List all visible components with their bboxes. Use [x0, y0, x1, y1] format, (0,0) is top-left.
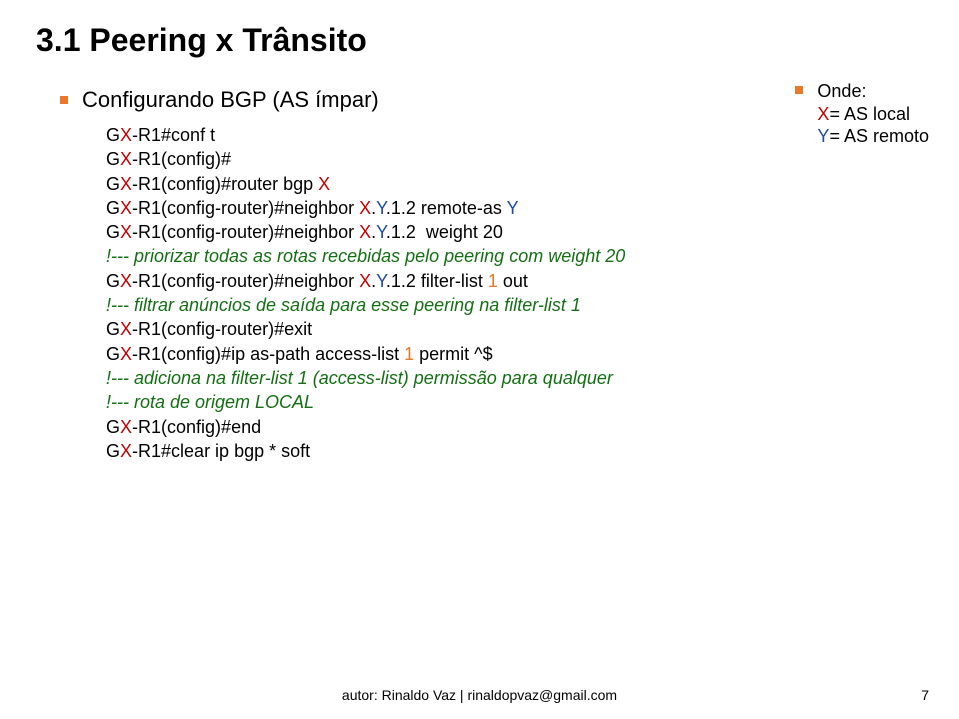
t: G [106, 149, 120, 169]
footer: autor: Rinaldo Vaz | rinaldopvaz@gmail.c… [0, 687, 959, 703]
t: G [106, 319, 120, 339]
t: X [120, 441, 132, 461]
subtitle-text: Configurando BGP (AS ímpar) [82, 87, 379, 113]
t: .1.2 remote-as [386, 198, 507, 218]
t: G [106, 174, 120, 194]
content: Configurando BGP (AS ímpar) GX-R1#conf t… [36, 87, 923, 463]
code-line: GX-R1#conf t [106, 123, 923, 147]
t: -R1(config-router)#neighbor [132, 271, 359, 291]
t: Y [376, 222, 386, 242]
code-line: GX-R1(config)#end [106, 415, 923, 439]
t: -R1(config)#end [132, 417, 261, 437]
t: -R1(config-router)#neighbor [132, 222, 359, 242]
t: X [359, 271, 371, 291]
t: X [120, 125, 132, 145]
code-line: GX-R1(config-router)#neighbor X.Y.1.2 we… [106, 220, 923, 244]
t: X [120, 271, 132, 291]
t: out [498, 271, 528, 291]
subtitle-row: Configurando BGP (AS ímpar) [60, 87, 923, 113]
t: X [120, 222, 132, 242]
code-line: GX-R1(config)#ip as-path access-list 1 p… [106, 342, 923, 366]
t: -R1(config)#router bgp [132, 174, 318, 194]
t: G [106, 198, 120, 218]
t: X [120, 417, 132, 437]
t: G [106, 125, 120, 145]
t: .1.2 weight 20 [386, 222, 503, 242]
code-line: GX-R1(config)#router bgp X [106, 172, 923, 196]
t: 1 [488, 271, 498, 291]
t: G [106, 222, 120, 242]
t: G [106, 417, 120, 437]
t: -R1#conf t [132, 125, 215, 145]
t: X [120, 149, 132, 169]
t: G [106, 271, 120, 291]
slide-title: 3.1 Peering x Trânsito [36, 22, 923, 59]
bullet-icon [60, 96, 68, 104]
t: -R1(config-router)#neighbor [132, 198, 359, 218]
t: Y [376, 198, 386, 218]
page-number: 7 [921, 687, 929, 703]
code-comment: !--- priorizar todas as rotas recebidas … [106, 244, 923, 268]
t: -R1#clear ip bgp * soft [132, 441, 310, 461]
t: -R1(config-router)#exit [132, 319, 312, 339]
code-line: GX-R1(config-router)#neighbor X.Y.1.2 re… [106, 196, 923, 220]
code-line: GX-R1(config-router)#neighbor X.Y.1.2 fi… [106, 269, 923, 293]
t: X [120, 344, 132, 364]
t: X [359, 198, 371, 218]
code-line: GX-R1(config)# [106, 147, 923, 171]
slide: 3.1 Peering x Trânsito Onde: X= AS local… [0, 0, 959, 719]
t: G [106, 344, 120, 364]
t: permit [414, 344, 474, 364]
t: 1 [404, 344, 414, 364]
t: -R1(config)# [132, 149, 231, 169]
t: ^$ [474, 344, 492, 364]
code-comment: !--- rota de origem LOCAL [106, 390, 923, 414]
t: Y [507, 198, 519, 218]
t: .1.2 filter-list [386, 271, 488, 291]
t: X [120, 319, 132, 339]
t: X [120, 174, 132, 194]
code-line: GX-R1(config-router)#exit [106, 317, 923, 341]
t: X [359, 222, 371, 242]
code-comment: !--- filtrar anúncios de saída para esse… [106, 293, 923, 317]
t: G [106, 441, 120, 461]
code-block: GX-R1#conf t GX-R1(config)# GX-R1(config… [106, 123, 923, 463]
t: X [120, 198, 132, 218]
code-comment: !--- adiciona na filter-list 1 (access-l… [106, 366, 923, 390]
code-line: GX-R1#clear ip bgp * soft [106, 439, 923, 463]
t: -R1(config)#ip as-path access-list [132, 344, 404, 364]
t: X [318, 174, 330, 194]
t: Y [376, 271, 386, 291]
